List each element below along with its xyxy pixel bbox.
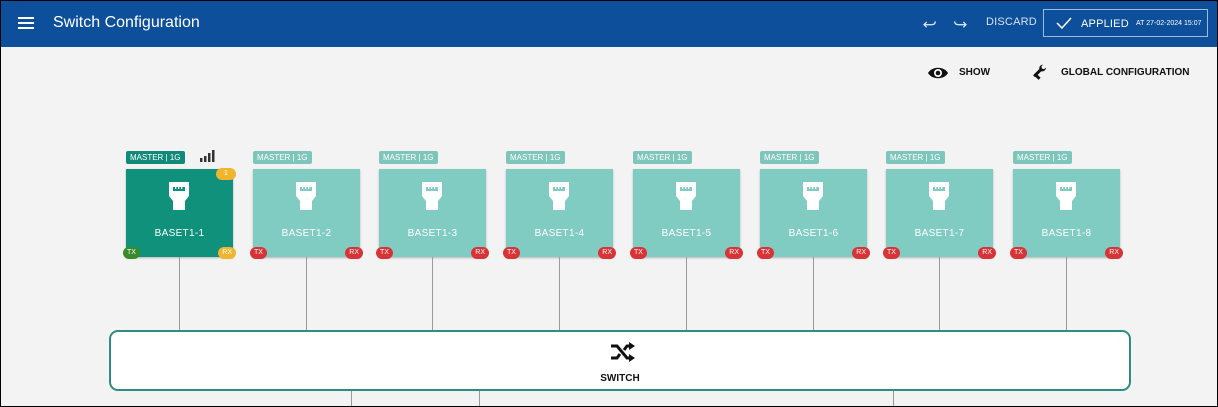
eye-icon bbox=[928, 67, 948, 79]
rx-status-badge: RX bbox=[218, 247, 236, 259]
port-name: BASET1-3 bbox=[407, 228, 458, 239]
discard-button[interactable]: DISCARD bbox=[986, 16, 1037, 28]
global-configuration-label: GLOBAL CONFIGURATION bbox=[1061, 67, 1190, 78]
port-link-line bbox=[306, 257, 307, 330]
port-card-baset1-2[interactable]: BASET1-2 TX RX bbox=[250, 169, 363, 259]
ethernet-port-icon bbox=[1056, 182, 1076, 210]
port-name: BASET1-6 bbox=[788, 228, 839, 239]
tx-status-badge: TX bbox=[376, 247, 393, 259]
port-link-line bbox=[813, 257, 814, 330]
menu-icon[interactable] bbox=[18, 16, 34, 30]
ethernet-port-icon bbox=[422, 182, 442, 210]
rx-status-badge: RX bbox=[345, 247, 363, 259]
tx-status-badge: TX bbox=[250, 247, 267, 259]
port-mode-tag: MASTER | 1G bbox=[760, 151, 819, 164]
port-name: BASET1-7 bbox=[914, 228, 965, 239]
port-link-line bbox=[432, 257, 433, 330]
rx-status-badge: RX bbox=[1105, 247, 1123, 259]
tx-status-badge: TX bbox=[123, 247, 140, 259]
ethernet-port-icon bbox=[549, 182, 569, 210]
port-link-line bbox=[939, 257, 940, 330]
rx-status-badge: RX bbox=[978, 247, 996, 259]
port-card-baset1-4[interactable]: BASET1-4 TX RX bbox=[503, 169, 616, 259]
port-link-line bbox=[559, 257, 560, 330]
port-link-line bbox=[179, 257, 180, 330]
rx-status-badge: RX bbox=[852, 247, 870, 259]
tx-status-badge: TX bbox=[1010, 247, 1027, 259]
show-label: SHOW bbox=[959, 67, 991, 78]
app-frame: Switch Configuration DISCARD APPLIED AT … bbox=[0, 0, 1218, 407]
tx-status-badge: TX bbox=[757, 247, 774, 259]
port-link-line bbox=[1066, 257, 1067, 330]
switch-block[interactable]: SWITCH bbox=[109, 330, 1131, 391]
applied-timestamp: AT 27-02-2024 15:07 bbox=[1136, 20, 1202, 27]
ethernet-port-icon bbox=[929, 182, 949, 210]
port-mode-tag: MASTER | 1G bbox=[253, 151, 312, 164]
top-app-bar: Switch Configuration DISCARD APPLIED AT … bbox=[1, 1, 1217, 47]
page-title: Switch Configuration bbox=[53, 14, 200, 31]
port-mode-tag: MASTER | 1G bbox=[379, 151, 438, 164]
port-card-baset1-5[interactable]: BASET1-5 TX RX bbox=[630, 169, 743, 259]
global-configuration-button[interactable]: GLOBAL CONFIGURATION bbox=[1031, 63, 1191, 83]
port-mode-tag: MASTER | 1G bbox=[633, 151, 692, 164]
ethernet-port-icon bbox=[296, 182, 316, 210]
rx-status-badge: RX bbox=[725, 247, 743, 259]
port-mode-tag: MASTER | 1G bbox=[886, 151, 945, 164]
tx-status-badge: TX bbox=[630, 247, 647, 259]
port-card-baset1-3[interactable]: BASET1-3 TX RX bbox=[376, 169, 489, 259]
ethernet-port-icon bbox=[169, 182, 189, 210]
port-name: BASET1-5 bbox=[661, 228, 712, 239]
applied-label: APPLIED bbox=[1081, 18, 1129, 30]
port-name: BASET1-1 bbox=[154, 228, 205, 239]
redo-icon[interactable] bbox=[951, 16, 969, 32]
tx-status-badge: TX bbox=[883, 247, 900, 259]
port-mode-tag: MASTER | 1G bbox=[1013, 151, 1072, 164]
port-card-baset1-6[interactable]: BASET1-6 TX RX bbox=[757, 169, 870, 259]
tx-status-badge: TX bbox=[503, 247, 520, 259]
undo-icon[interactable] bbox=[921, 16, 939, 32]
uplink-line bbox=[351, 391, 352, 406]
check-icon bbox=[1056, 17, 1072, 29]
ethernet-port-icon bbox=[803, 182, 823, 210]
port-card-baset1-1[interactable]: BASET1-1 TX RX 1 bbox=[123, 168, 236, 259]
port-name: BASET1-4 bbox=[534, 228, 585, 239]
ethernet-port-icon bbox=[676, 182, 696, 210]
port-mode-tag: MASTER | 1G bbox=[126, 151, 185, 164]
port-count-badge: 1 bbox=[216, 168, 236, 180]
rx-status-badge: RX bbox=[471, 247, 489, 259]
port-name: BASET1-2 bbox=[281, 228, 332, 239]
port-name: BASET1-8 bbox=[1041, 228, 1092, 239]
port-card-baset1-8[interactable]: BASET1-8 TX RX bbox=[1010, 169, 1123, 259]
uplink-line bbox=[893, 391, 894, 406]
applied-button[interactable]: APPLIED AT 27-02-2024 15:07 bbox=[1043, 9, 1208, 37]
shuffle-icon bbox=[611, 342, 635, 362]
rx-status-badge: RX bbox=[598, 247, 616, 259]
switch-label: SWITCH bbox=[600, 373, 640, 384]
port-card-baset1-7[interactable]: BASET1-7 TX RX bbox=[883, 169, 996, 259]
port-mode-tag: MASTER | 1G bbox=[506, 151, 565, 164]
wrench-icon bbox=[1033, 64, 1046, 80]
uplink-line bbox=[479, 391, 480, 406]
port-link-line bbox=[686, 257, 687, 330]
signal-strength-icon bbox=[200, 150, 215, 162]
